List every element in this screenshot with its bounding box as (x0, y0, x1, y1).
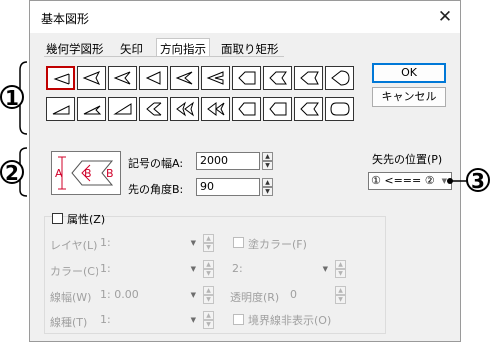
line-width-spin-down-icon[interactable]: ▼ (203, 295, 214, 304)
shape-box-notch[interactable] (263, 97, 292, 121)
hide-border-checkbox[interactable] (233, 314, 244, 325)
line-type-spin-down-icon[interactable]: ▼ (203, 320, 214, 329)
line-width-select[interactable]: 1: 0.00 ▼ (98, 286, 198, 304)
shape-double-pointer-1[interactable] (139, 97, 168, 121)
attributes-label: 属性(Z) (67, 213, 106, 226)
color-spin-up-icon[interactable]: ▲ (203, 260, 214, 269)
angle-spin-down-icon[interactable]: ▼ (262, 187, 273, 196)
shape-pointer-notch-5[interactable] (201, 66, 230, 90)
tab-geometric[interactable]: 幾何学図形 (46, 41, 104, 57)
chevron-down-icon: ▼ (322, 265, 328, 273)
fill-color-label: 塗カラー(F) (248, 238, 307, 251)
shape-wedge-flat[interactable] (46, 97, 75, 121)
ok-button[interactable]: OK (372, 63, 446, 83)
layer-select[interactable]: 1: ▼ (98, 234, 198, 252)
layer-spinner[interactable]: ▲ ▼ (203, 234, 214, 252)
transparency-spin-down-icon[interactable]: ▼ (335, 295, 346, 304)
shape-double-pointer-2[interactable] (170, 97, 199, 121)
shape-box-pointer[interactable] (232, 97, 261, 121)
width-input[interactable]: 2000 (196, 152, 260, 170)
title-bar: 基本図形 ✕ (30, 1, 460, 33)
arrow-position-select[interactable]: ① <=== ② ▼ (368, 172, 452, 190)
width-label: 記号の幅A: (128, 157, 184, 170)
tab-arrow[interactable]: 矢印 (120, 41, 143, 57)
transparency-value: 0 (290, 288, 297, 301)
shape-wedge-notch-1[interactable] (77, 97, 106, 121)
callout-1: 1 (0, 85, 24, 109)
chevron-down-icon: ▼ (190, 239, 196, 247)
angle-spinner[interactable]: ▲ ▼ (262, 178, 273, 196)
shape-pointer-round-tail[interactable] (325, 66, 354, 90)
shape-pointer-notch-3[interactable] (139, 66, 168, 90)
basic-shape-dialog: 基本図形 ✕ 幾何学図形 矢印 方向指示 面取り矩形 OK キャンセル A B … (29, 0, 461, 342)
hide-border-label: 境界線非表示(O) (248, 314, 332, 327)
line-type-select[interactable]: 1: ▼ (98, 311, 198, 329)
line-width-value: 1: 0.00 (100, 288, 139, 301)
line-width-spinner[interactable]: ▲ ▼ (203, 286, 214, 304)
chevron-down-icon: ▼ (190, 316, 196, 324)
fill-color-spin-up-icon[interactable]: ▲ (335, 260, 346, 269)
fill-color-spin-down-icon[interactable]: ▼ (335, 269, 346, 278)
tab-direction[interactable]: 方向指示 (156, 38, 210, 57)
shape-box-arrow[interactable] (294, 97, 323, 121)
shape-double-pointer-3[interactable] (201, 97, 230, 121)
line-type-spinner[interactable]: ▲ ▼ (203, 311, 214, 329)
fill-color-select[interactable]: 2: ▼ (230, 260, 330, 278)
fill-color-value: 2: (232, 262, 243, 275)
transparency-spinner[interactable]: ▲ ▼ (335, 286, 346, 304)
transparency-spin-up-icon[interactable]: ▲ (335, 286, 346, 295)
layer-value: 1: (100, 236, 111, 249)
color-label: カラー(C) (50, 265, 100, 278)
shape-box-round[interactable] (325, 97, 354, 121)
cancel-button[interactable]: キャンセル (372, 87, 446, 107)
shape-pointer-arrow-tail[interactable] (294, 66, 323, 90)
layer-spin-down-icon[interactable]: ▼ (203, 243, 214, 252)
shape-triangle-open-pointer[interactable] (46, 66, 75, 90)
width-spin-down-icon[interactable]: ▼ (262, 161, 273, 170)
attributes-checkbox[interactable] (52, 213, 63, 224)
preview-label-a: A (55, 167, 63, 180)
shape-wedge-notch-2[interactable] (108, 97, 137, 121)
shape-pointer-notch-2[interactable] (108, 66, 137, 90)
callout-2: 2 (0, 160, 24, 184)
line-type-value: 1: (100, 313, 111, 326)
color-select[interactable]: 1: ▼ (98, 260, 198, 278)
chevron-down-icon: ▼ (190, 291, 196, 299)
width-spin-up-icon[interactable]: ▲ (262, 152, 273, 161)
line-width-spin-up-icon[interactable]: ▲ (203, 286, 214, 295)
tab-chamfered-rect[interactable]: 面取り矩形 (221, 41, 279, 57)
shape-pointer-notch-4[interactable] (170, 66, 199, 90)
width-spinner[interactable]: ▲ ▼ (262, 152, 273, 170)
angle-input[interactable]: 90 (196, 178, 260, 196)
line-type-spin-up-icon[interactable]: ▲ (203, 311, 214, 320)
layer-spin-up-icon[interactable]: ▲ (203, 234, 214, 243)
transparency-input[interactable]: 0 (288, 286, 328, 304)
close-icon[interactable]: ✕ (434, 6, 456, 28)
transparency-label: 透明度(R) (230, 291, 280, 304)
shape-pointer-flat-tail[interactable] (232, 66, 261, 90)
shape-pointer-notch-1[interactable] (77, 66, 106, 90)
layer-label: レイヤ(L) (50, 239, 98, 252)
dialog-title: 基本図形 (41, 12, 90, 26)
color-spinner[interactable]: ▲ ▼ (203, 260, 214, 278)
shape-pointer-notch-tail[interactable] (263, 66, 292, 90)
fill-color-checkbox[interactable] (233, 237, 244, 248)
color-spin-down-icon[interactable]: ▼ (203, 269, 214, 278)
arrow-position-label: 矢先の位置(P) (372, 153, 443, 166)
line-width-label: 線幅(W) (50, 291, 92, 304)
chevron-down-icon: ▼ (190, 265, 196, 273)
fill-color-spinner[interactable]: ▲ ▼ (335, 260, 346, 278)
color-value: 1: (100, 262, 111, 275)
callout-3: 3 (466, 168, 490, 192)
angle-label: 先の角度B: (128, 183, 184, 196)
preview-label-b: B (84, 167, 92, 180)
preview-label-b2: B (106, 167, 114, 180)
tab-divider (44, 56, 284, 57)
arrow-position-value: ① <=== ② (371, 174, 435, 187)
arrow-preview: A B B (51, 151, 121, 195)
angle-spin-up-icon[interactable]: ▲ (262, 178, 273, 187)
line-type-label: 線種(T) (50, 316, 88, 329)
